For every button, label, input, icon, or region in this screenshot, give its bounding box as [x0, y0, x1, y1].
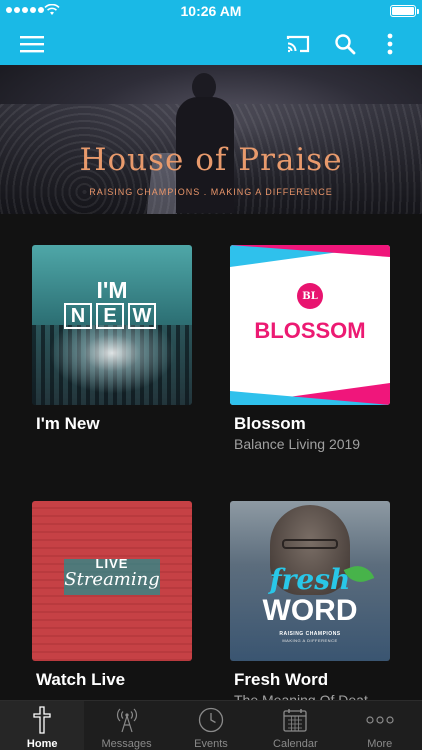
card-subtitle: The Meaning Of Deat: [234, 692, 368, 700]
tab-messages[interactable]: Messages: [84, 701, 168, 750]
blossom-logo-icon: BL: [297, 283, 323, 309]
tab-label: Calendar: [273, 738, 318, 750]
status-time: 10:26 AM: [180, 3, 242, 19]
content-grid: I'M N E W I'm New BL BLOSSOM Blossom Bal…: [0, 214, 422, 700]
menu-button[interactable]: [18, 30, 46, 58]
cast-icon: [286, 35, 310, 53]
card-subtitle: Balance Living 2019: [234, 436, 361, 452]
menu-icon: [20, 36, 44, 53]
cast-button[interactable]: [284, 30, 312, 58]
decor-triangle: [230, 245, 390, 257]
tab-label: More: [367, 738, 393, 750]
card-im-new[interactable]: I'M N E W I'm New: [32, 245, 194, 433]
more-vertical-icon: [387, 33, 393, 55]
card-blossom[interactable]: BL BLOSSOM Blossom Balance Living 2019: [230, 245, 392, 452]
tab-more[interactable]: More: [338, 701, 422, 750]
cross-icon: [33, 706, 51, 734]
card-fresh-word[interactable]: fresh WORD RAISING CHAMPIONS MAKING A DI…: [230, 501, 392, 700]
tab-label: Events: [194, 738, 228, 750]
card-title: I'm New: [36, 414, 100, 433]
search-icon: [335, 34, 356, 55]
thumb-word: BLOSSOM: [254, 318, 366, 343]
battery-icon: [390, 5, 419, 17]
clock-icon: [198, 707, 224, 733]
thumb-line2: WORD: [262, 594, 358, 627]
overflow-menu-button[interactable]: [376, 30, 404, 58]
tab-label: Home: [26, 738, 58, 750]
tab-calendar[interactable]: Calendar: [253, 701, 337, 750]
tab-label: Messages: [101, 738, 152, 750]
hero-subtitle: RAISING CHAMPIONS . MAKING A DIFFERENCE: [89, 187, 333, 197]
card-watch-live[interactable]: LIVE Streaming Watch Live: [32, 501, 194, 689]
card-thumbnail[interactable]: fresh WORD RAISING CHAMPIONS MAKING A DI…: [230, 501, 390, 661]
concert-stage-image: [32, 325, 192, 405]
card-thumbnail[interactable]: LIVE Streaming: [32, 501, 192, 661]
decor-triangle: [230, 391, 390, 405]
card-title: Watch Live: [36, 670, 126, 689]
tab-bar: Home Messages Events Calendar More: [0, 700, 422, 750]
broadcast-tower-icon: [116, 708, 137, 733]
thumb-letter: E: [96, 303, 124, 329]
thumb-letter: W: [128, 303, 156, 329]
card-title: Fresh Word: [234, 670, 329, 689]
hero-title: House of Praise: [79, 142, 343, 178]
card-thumbnail[interactable]: BL BLOSSOM: [230, 245, 390, 405]
card-title: Blossom: [234, 414, 306, 433]
thumb-letter: N: [64, 303, 92, 329]
thumb-line1: I'M: [96, 277, 128, 303]
thumb-letter-boxes: N E W: [64, 303, 156, 329]
more-horizontal-icon: [366, 716, 394, 724]
glasses-shape: [282, 539, 338, 549]
calendar-icon: [283, 709, 308, 732]
thumb-tagline: RAISING CHAMPIONS: [279, 631, 341, 637]
tab-home[interactable]: Home: [0, 701, 85, 750]
app-bar: [0, 22, 422, 65]
tab-events[interactable]: Events: [169, 701, 253, 750]
card-thumbnail[interactable]: I'M N E W: [32, 245, 192, 405]
thumb-line2: Streaming: [64, 569, 160, 590]
search-button[interactable]: [331, 30, 359, 58]
status-bar: 10:26 AM: [0, 0, 422, 22]
thumb-tagline: MAKING A DIFFERENCE: [282, 638, 338, 643]
